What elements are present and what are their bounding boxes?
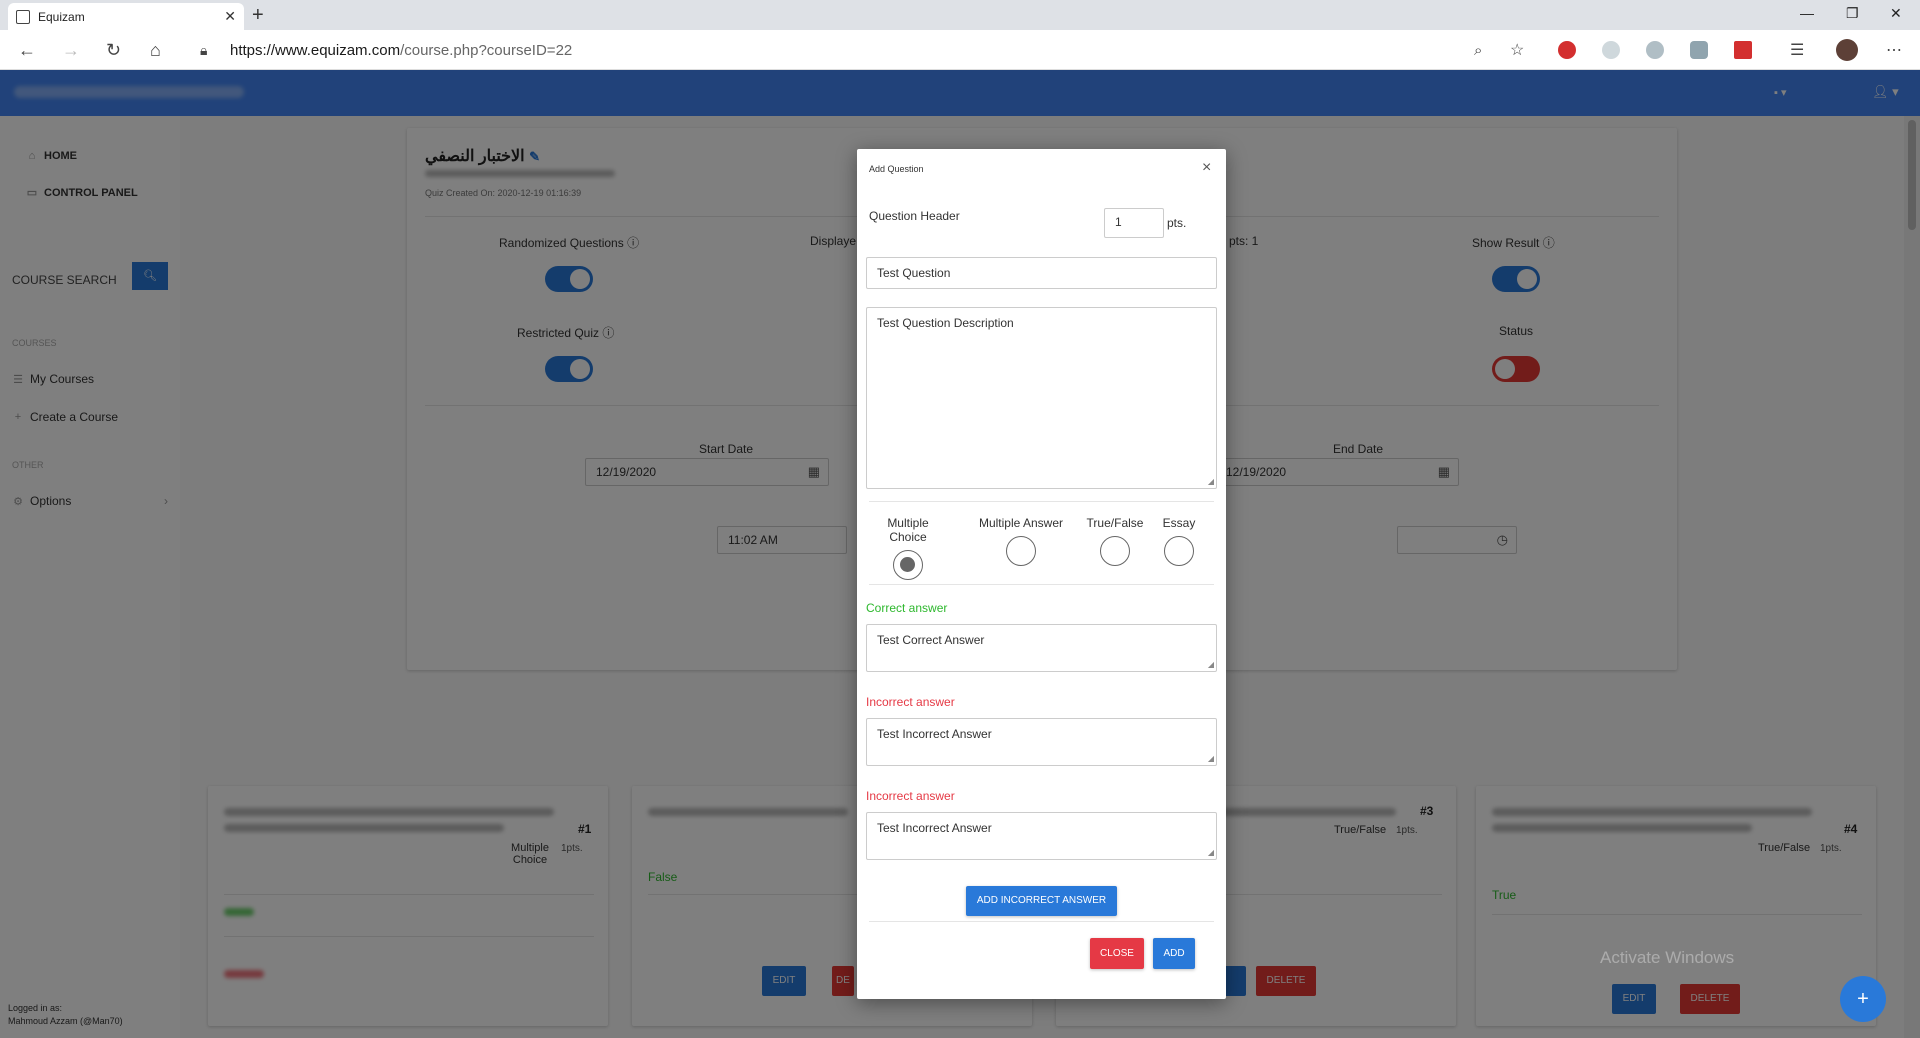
close-window-icon[interactable]: ✕ bbox=[1890, 5, 1902, 22]
incorrect-answer-textarea[interactable]: Test Incorrect Answer ◢ bbox=[866, 812, 1217, 860]
more-icon[interactable]: ⋯ bbox=[1886, 40, 1902, 60]
tab-title: Equizam bbox=[38, 9, 85, 24]
points-unit-label: pts. bbox=[1167, 216, 1187, 230]
incorrect-answer-label: Incorrect answer bbox=[866, 695, 955, 709]
page-icon bbox=[16, 9, 30, 24]
question-description-textarea[interactable]: Test Question Description ◢ bbox=[866, 307, 1217, 489]
adblock-icon[interactable] bbox=[1558, 41, 1576, 59]
question-header-label: Question Header bbox=[869, 209, 960, 223]
type-multiple-choice[interactable]: Multiple Choice bbox=[867, 516, 949, 580]
radio-multiple-choice[interactable] bbox=[893, 550, 923, 580]
restore-icon[interactable]: ❐ bbox=[1846, 5, 1859, 22]
question-input[interactable]: Test Question bbox=[866, 257, 1217, 289]
correct-answer-label: Correct answer bbox=[866, 601, 948, 615]
favorite-star-icon[interactable]: ☆ bbox=[1510, 40, 1524, 60]
close-button[interactable]: CLOSE bbox=[1090, 938, 1144, 969]
type-true-false[interactable]: True/False bbox=[1085, 516, 1145, 566]
shield-extension-icon[interactable] bbox=[1602, 41, 1620, 59]
radio-essay[interactable] bbox=[1164, 536, 1194, 566]
url-field[interactable]: https://www.equizam.com/course.php?cours… bbox=[230, 42, 572, 59]
extension-icon[interactable] bbox=[1690, 41, 1708, 59]
back-icon[interactable]: ← bbox=[18, 40, 36, 61]
new-tab-icon[interactable]: + bbox=[252, 4, 264, 27]
extension-icon[interactable] bbox=[1646, 41, 1664, 59]
incorrect-answer-label: Incorrect answer bbox=[866, 789, 955, 803]
add-fab-button[interactable]: + bbox=[1840, 976, 1886, 1022]
radio-multiple-answer[interactable] bbox=[1006, 536, 1036, 566]
minimize-icon[interactable]: — bbox=[1800, 5, 1814, 21]
pdf-extension-icon[interactable] bbox=[1734, 41, 1752, 59]
add-question-modal: Add Question × Question Header 1 pts. Te… bbox=[857, 149, 1226, 999]
activate-windows-watermark: Activate Windows bbox=[1600, 948, 1735, 967]
type-essay[interactable]: Essay bbox=[1157, 516, 1201, 566]
resize-handle-icon[interactable]: ◢ bbox=[1208, 477, 1214, 486]
plus-icon: + bbox=[1857, 988, 1869, 1010]
radio-true-false[interactable] bbox=[1100, 536, 1130, 566]
resize-handle-icon[interactable]: ◢ bbox=[1208, 660, 1214, 669]
address-bar: ← → ↻ ⌂ 🔒︎ https://www.equizam.com/cours… bbox=[0, 30, 1920, 70]
resize-handle-icon[interactable]: ◢ bbox=[1208, 848, 1214, 857]
close-icon[interactable]: × bbox=[1202, 159, 1211, 177]
add-incorrect-answer-button[interactable]: ADD INCORRECT ANSWER bbox=[966, 886, 1117, 916]
browser-tab[interactable]: Equizam ✕ bbox=[8, 3, 244, 30]
tab-close-icon[interactable]: ✕ bbox=[224, 8, 236, 25]
profile-avatar[interactable] bbox=[1836, 39, 1858, 61]
forward-icon[interactable]: → bbox=[62, 40, 80, 61]
incorrect-answer-textarea[interactable]: Test Incorrect Answer ◢ bbox=[866, 718, 1217, 766]
lock-icon: 🔒︎ bbox=[200, 42, 208, 58]
resize-handle-icon[interactable]: ◢ bbox=[1208, 754, 1214, 763]
points-input[interactable]: 1 bbox=[1104, 208, 1164, 238]
add-button[interactable]: ADD bbox=[1153, 938, 1195, 969]
favorites-icon[interactable]: ☰ bbox=[1790, 40, 1804, 60]
browser-tab-bar: Equizam ✕ + — ❐ ✕ bbox=[0, 0, 1920, 30]
correct-answer-textarea[interactable]: Test Correct Answer ◢ bbox=[866, 624, 1217, 672]
reload-icon[interactable]: ↻ bbox=[106, 40, 121, 61]
modal-title: Add Question bbox=[869, 164, 924, 174]
zoom-icon[interactable]: ⌕ bbox=[1474, 42, 1482, 59]
home-icon[interactable]: ⌂ bbox=[150, 40, 161, 61]
type-multiple-answer[interactable]: Multiple Answer bbox=[975, 516, 1067, 566]
